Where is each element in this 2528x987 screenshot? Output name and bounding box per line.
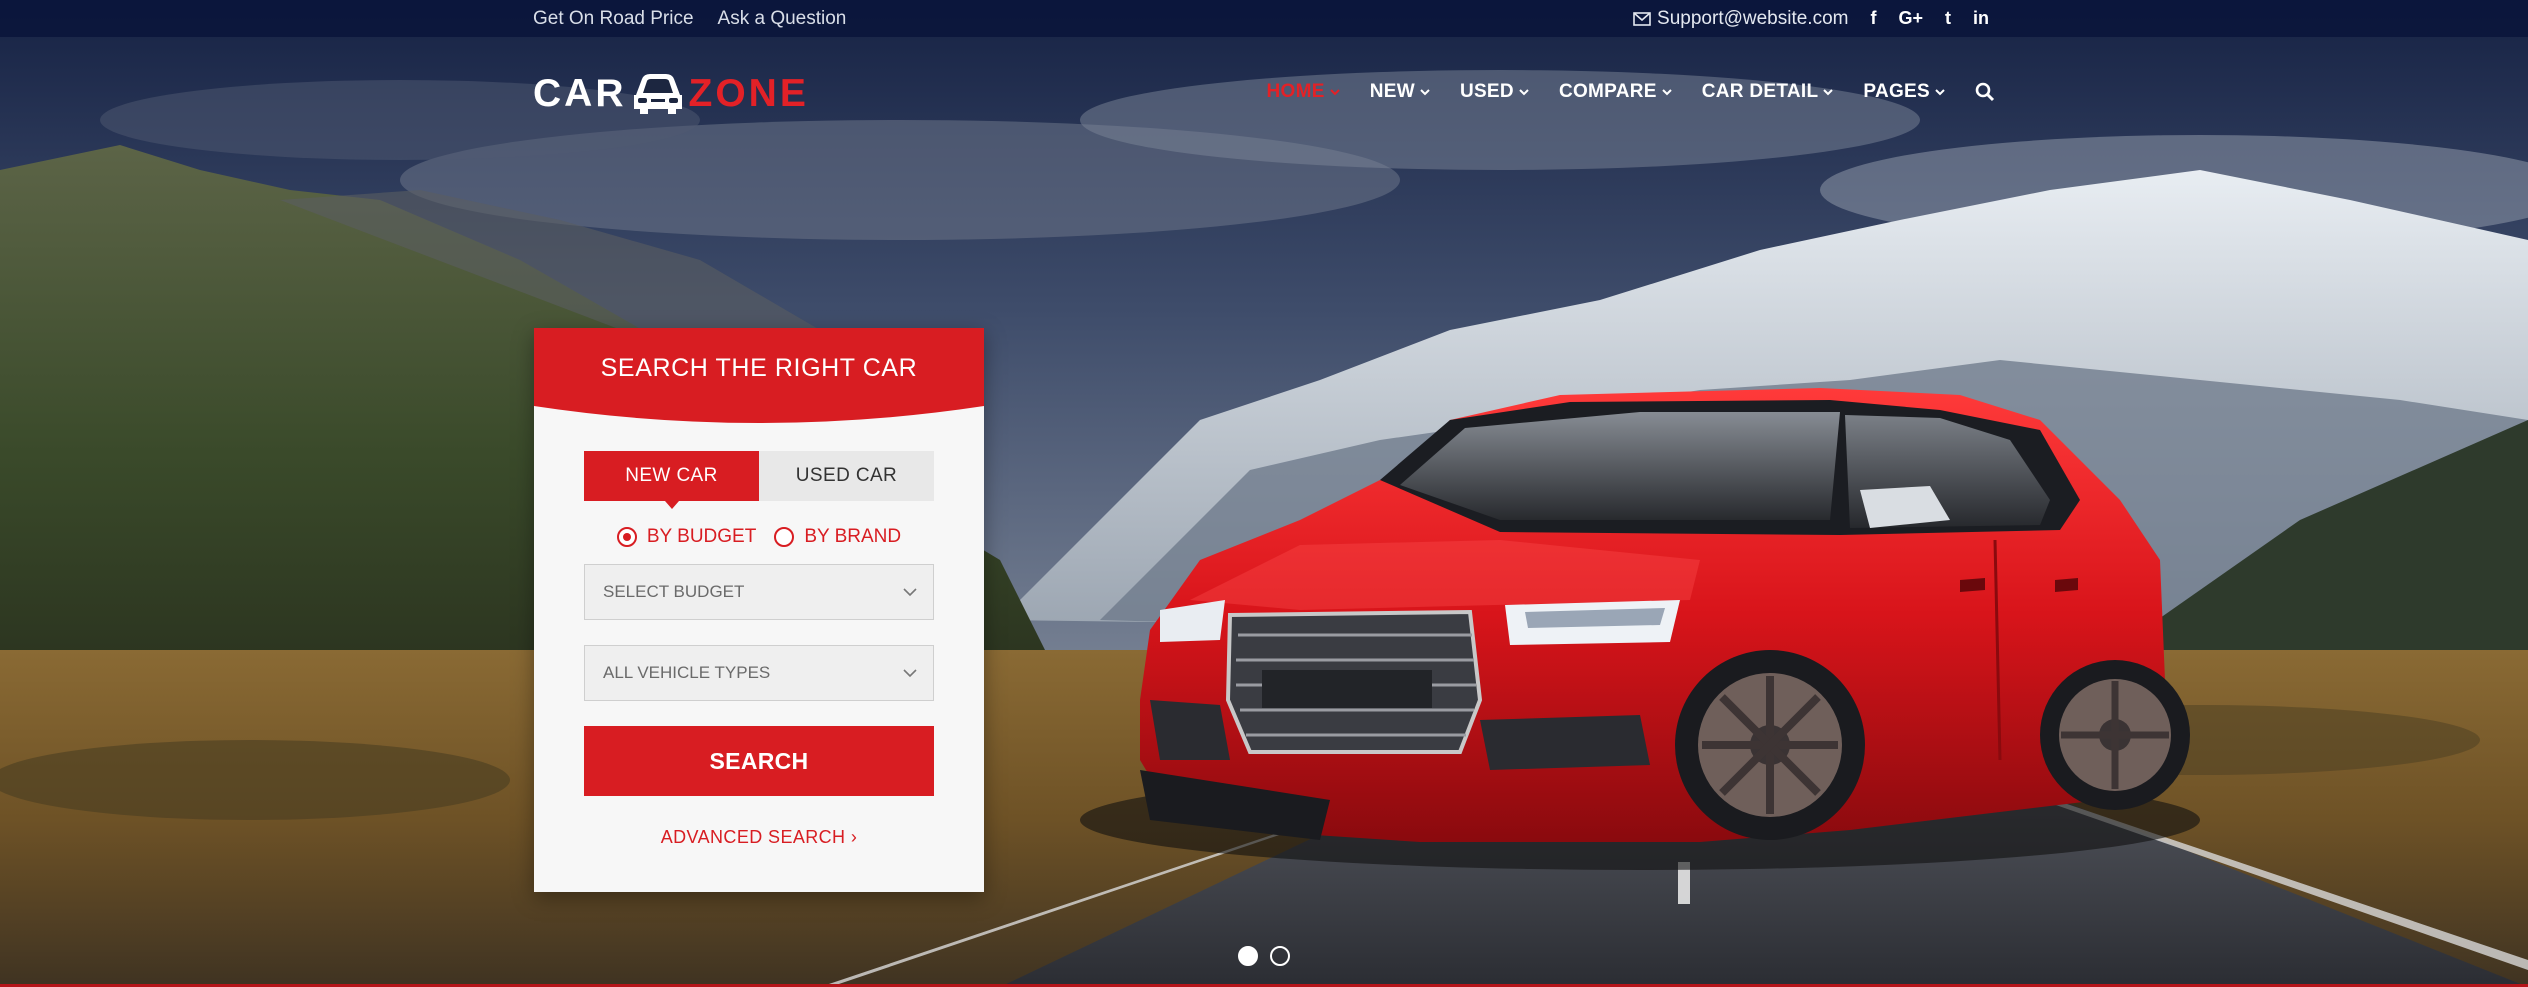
chevron-down-icon xyxy=(903,587,917,596)
ask-a-question-link[interactable]: Ask a Question xyxy=(718,8,847,30)
nav-item-new[interactable]: NEW xyxy=(1370,81,1430,103)
top-bar: Get On Road Price Ask a Question Support… xyxy=(0,0,2528,37)
search-icon xyxy=(1975,82,1995,102)
nav-item-used[interactable]: USED xyxy=(1460,81,1529,103)
nav-item-label: USED xyxy=(1459,81,1514,102)
chevron-down-icon xyxy=(1329,88,1340,95)
budget-select-value: SELECT BUDGET xyxy=(603,582,745,601)
main-header: CAR ZONE HOME NEW USED COMPARE CAR DETAI… xyxy=(0,37,2528,157)
chevron-down-icon xyxy=(1420,88,1430,95)
search-mode-radios: BY BUDGET BY BRAND xyxy=(584,526,934,548)
radio-unchecked-icon xyxy=(774,527,795,547)
tab-new-car[interactable]: NEW CAR xyxy=(584,451,759,509)
nav-item-label: PAGES xyxy=(1863,81,1930,102)
car-icon xyxy=(633,74,682,114)
radio-label: BY BRAND xyxy=(804,526,902,547)
radio-by-brand[interactable]: BY BRAND xyxy=(774,526,901,548)
nav-item-label: CAR DETAIL xyxy=(1701,81,1819,102)
panel-header: SEARCH THE RIGHT CAR xyxy=(534,328,984,428)
search-button[interactable]: SEARCH xyxy=(584,726,934,796)
chevron-down-icon xyxy=(1662,88,1672,95)
nav-item-label: NEW xyxy=(1369,81,1415,102)
nav-item-label: COMPARE xyxy=(1558,81,1657,102)
nav-item-home[interactable]: HOME xyxy=(1267,81,1340,103)
slider-pagination xyxy=(1238,946,1290,966)
nav-item-label: HOME xyxy=(1266,81,1325,102)
radio-by-budget[interactable]: BY BUDGET xyxy=(616,526,757,548)
nav-item-compare[interactable]: COMPARE xyxy=(1559,81,1672,103)
nav-search-button[interactable] xyxy=(1975,82,1995,102)
chevron-down-icon xyxy=(1519,88,1529,95)
google-plus-icon[interactable]: G+ xyxy=(1898,8,1923,29)
vehicle-type-select-value: ALL VEHICLE TYPES xyxy=(603,663,771,682)
main-nav: HOME NEW USED COMPARE CAR DETAIL PAGES xyxy=(1267,81,1996,103)
car-type-tabs: NEW CAR USED CAR xyxy=(584,451,934,509)
advanced-search-link[interactable]: ADVANCED SEARCH › xyxy=(534,827,984,848)
envelope-icon xyxy=(1633,11,1651,26)
top-bar-contact: Support@website.com f G+ t in xyxy=(1633,0,1989,37)
top-bar-links: Get On Road Price Ask a Question xyxy=(533,0,846,37)
budget-select[interactable]: SELECT BUDGET xyxy=(584,564,934,620)
chevron-down-icon xyxy=(1935,88,1945,95)
nav-item-car-detail[interactable]: CAR DETAIL xyxy=(1702,81,1834,103)
linkedin-icon[interactable]: in xyxy=(1973,8,1989,29)
get-on-road-price-link[interactable]: Get On Road Price xyxy=(533,8,694,30)
logo-text-zone: ZONE xyxy=(688,72,809,115)
chevron-down-icon xyxy=(903,668,917,677)
vehicle-type-select[interactable]: ALL VEHICLE TYPES xyxy=(584,645,934,701)
chevron-down-icon xyxy=(1823,88,1834,95)
panel-title: SEARCH THE RIGHT CAR xyxy=(600,354,918,382)
support-email-text: Support@website.com xyxy=(1657,7,1849,29)
twitter-icon[interactable]: t xyxy=(1945,8,1951,29)
radio-checked-icon xyxy=(616,527,637,547)
slider-dot-1[interactable] xyxy=(1238,946,1258,966)
nav-item-pages[interactable]: PAGES xyxy=(1863,81,1945,103)
car-search-panel: SEARCH THE RIGHT CAR NEW CAR USED CAR BY… xyxy=(534,328,984,892)
slider-dot-2[interactable] xyxy=(1270,946,1290,966)
logo-text-car: CAR xyxy=(533,72,627,115)
facebook-icon[interactable]: f xyxy=(1870,8,1876,29)
site-logo[interactable]: CAR ZONE xyxy=(533,70,809,118)
support-email-link[interactable]: Support@website.com xyxy=(1633,8,1848,30)
tab-used-car[interactable]: USED CAR xyxy=(759,451,934,501)
radio-label: BY BUDGET xyxy=(646,526,757,547)
